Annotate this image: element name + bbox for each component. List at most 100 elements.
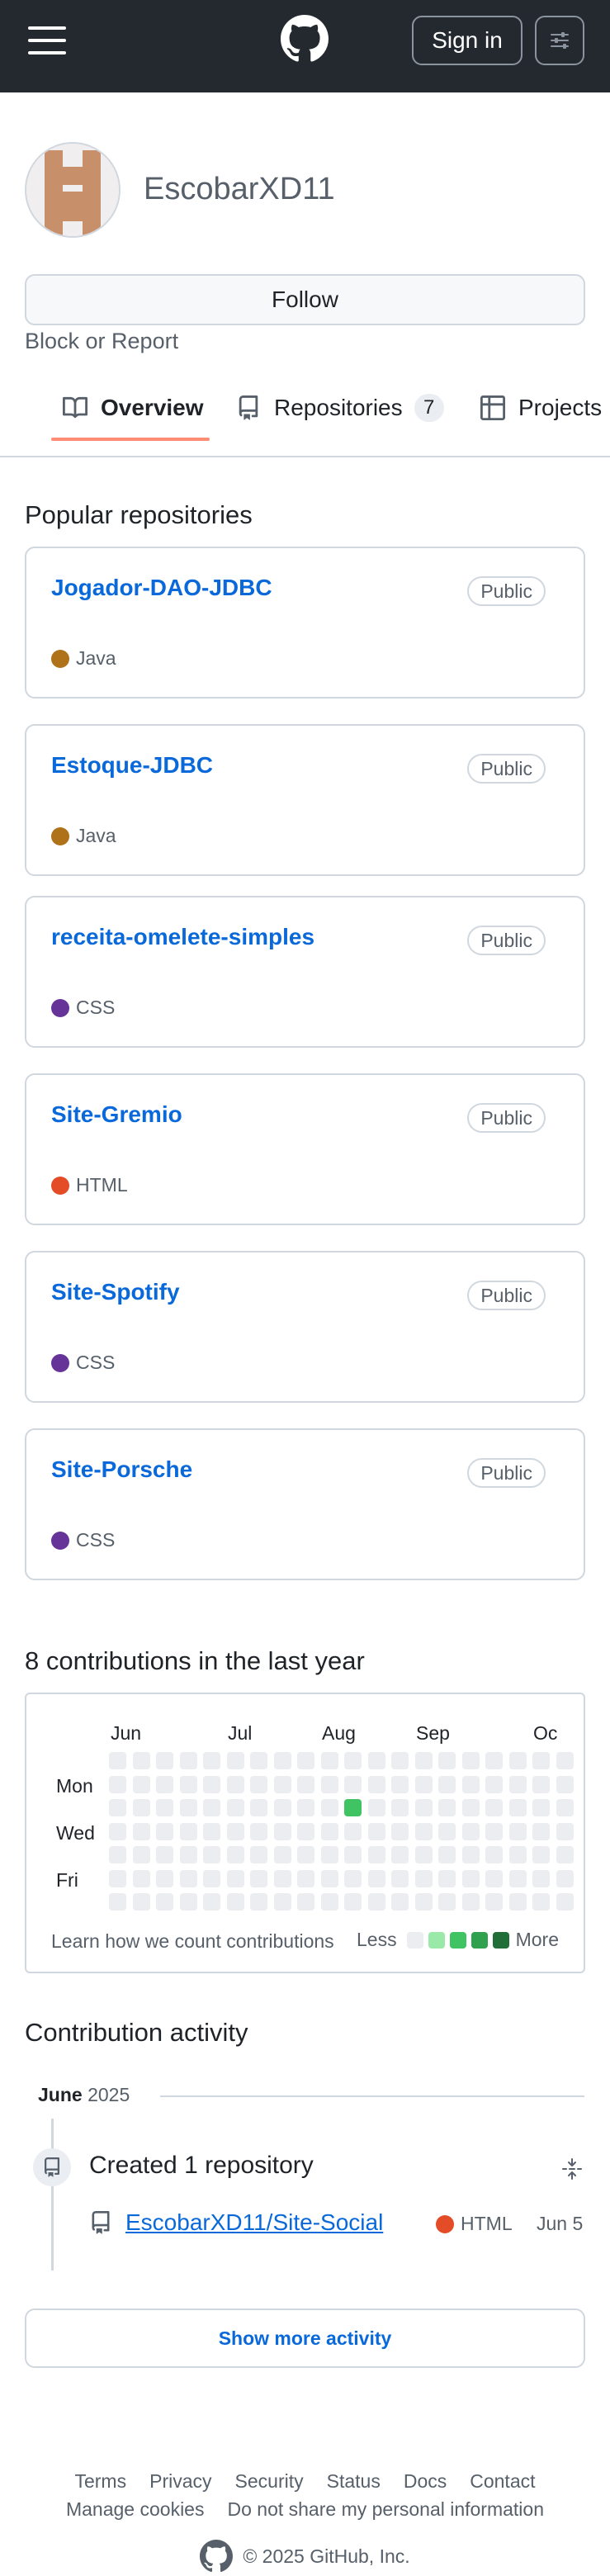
- contribution-day-cell[interactable]: [344, 1869, 362, 1887]
- contribution-day-cell[interactable]: [344, 1752, 362, 1769]
- contribution-day-cell[interactable]: [556, 1893, 574, 1911]
- contribution-day-cell[interactable]: [461, 1822, 480, 1840]
- contribution-day-cell[interactable]: [391, 1869, 409, 1887]
- contribution-day-cell[interactable]: [179, 1799, 197, 1816]
- contribution-day-cell[interactable]: [109, 1822, 126, 1840]
- contribution-day-cell[interactable]: [438, 1752, 456, 1769]
- contribution-day-cell[interactable]: [391, 1799, 409, 1816]
- contribution-day-cell[interactable]: [156, 1775, 173, 1793]
- fold-icon[interactable]: [560, 2157, 584, 2181]
- contribution-day-cell[interactable]: [179, 1893, 197, 1911]
- contribution-day-cell[interactable]: [273, 1869, 291, 1887]
- contribution-day-cell[interactable]: [109, 1869, 126, 1887]
- avatar[interactable]: [25, 142, 121, 238]
- contribution-day-cell[interactable]: [297, 1799, 314, 1816]
- contribution-day-cell[interactable]: [132, 1893, 150, 1911]
- contribution-day-cell[interactable]: [250, 1893, 267, 1911]
- footer-link-manage-cookies[interactable]: Manage cookies: [66, 2498, 205, 2521]
- repo-name-link[interactable]: Site-Porsche: [51, 1456, 192, 1483]
- footer-link-terms[interactable]: Terms: [74, 2470, 126, 2493]
- contribution-day-cell[interactable]: [485, 1869, 503, 1887]
- contribution-day-cell[interactable]: [414, 1752, 433, 1769]
- contribution-day-cell[interactable]: [414, 1893, 433, 1911]
- contribution-day-cell[interactable]: [438, 1893, 456, 1911]
- contribution-day-cell[interactable]: [156, 1893, 173, 1911]
- contribution-day-cell[interactable]: [273, 1775, 291, 1793]
- contribution-day-cell[interactable]: [508, 1775, 527, 1793]
- contribution-day-cell[interactable]: [273, 1752, 291, 1769]
- contribution-day-cell[interactable]: [203, 1846, 220, 1863]
- contribution-day-cell[interactable]: [109, 1775, 126, 1793]
- contribution-day-cell[interactable]: [297, 1869, 314, 1887]
- contribution-day-cell[interactable]: [532, 1822, 550, 1840]
- contribution-day-cell[interactable]: [156, 1752, 173, 1769]
- contribution-day-cell[interactable]: [508, 1822, 527, 1840]
- contribution-day-cell[interactable]: [179, 1752, 197, 1769]
- contribution-day-cell[interactable]: [250, 1775, 267, 1793]
- contribution-day-cell[interactable]: [556, 1869, 574, 1887]
- contribution-day-cell[interactable]: [438, 1775, 456, 1793]
- contribution-day-cell[interactable]: [297, 1822, 314, 1840]
- tab-projects[interactable]: Projects: [480, 391, 602, 424]
- contribution-day-cell[interactable]: [273, 1893, 291, 1911]
- contribution-day-cell[interactable]: [461, 1799, 480, 1816]
- contribution-day-cell[interactable]: [226, 1869, 244, 1887]
- contribution-day-cell[interactable]: [297, 1775, 314, 1793]
- footer-link-do-not-share[interactable]: Do not share my personal information: [227, 2498, 544, 2521]
- contribution-day-cell[interactable]: [508, 1869, 527, 1887]
- contribution-day-cell[interactable]: [391, 1822, 409, 1840]
- contribution-day-cell[interactable]: [203, 1822, 220, 1840]
- contribution-day-cell[interactable]: [367, 1752, 385, 1769]
- contribution-day-cell[interactable]: [179, 1869, 197, 1887]
- footer-link-privacy[interactable]: Privacy: [149, 2470, 211, 2493]
- repo-name-link[interactable]: Jogador-DAO-JDBC: [51, 575, 272, 601]
- contribution-day-cell[interactable]: [367, 1846, 385, 1863]
- contribution-day-cell[interactable]: [250, 1822, 267, 1840]
- contribution-day-cell[interactable]: [156, 1846, 173, 1863]
- created-repo-link[interactable]: EscobarXD11/Site-Social: [125, 2209, 383, 2236]
- contribution-day-cell[interactable]: [109, 1799, 126, 1816]
- contribution-day-cell[interactable]: [320, 1869, 338, 1887]
- activity-event-title[interactable]: Created 1 repository: [89, 2152, 314, 2180]
- contribution-day-cell[interactable]: [203, 1775, 220, 1793]
- contribution-day-cell[interactable]: [485, 1846, 503, 1863]
- contribution-day-cell[interactable]: [485, 1822, 503, 1840]
- contribution-day-cell[interactable]: [273, 1846, 291, 1863]
- repo-name-link[interactable]: Estoque-JDBC: [51, 752, 213, 779]
- contribution-day-cell[interactable]: [391, 1893, 409, 1911]
- contribution-day-cell[interactable]: [532, 1752, 550, 1769]
- contribution-day-cell[interactable]: [508, 1846, 527, 1863]
- contribution-day-cell[interactable]: [344, 1775, 362, 1793]
- contribution-day-cell[interactable]: [414, 1846, 433, 1863]
- contribution-day-cell[interactable]: [414, 1869, 433, 1887]
- contribution-day-cell[interactable]: [156, 1869, 173, 1887]
- contribution-day-cell[interactable]: [132, 1752, 150, 1769]
- repo-name-link[interactable]: Site-Gremio: [51, 1101, 182, 1128]
- contribution-day-cell[interactable]: [461, 1893, 480, 1911]
- show-more-activity-button[interactable]: Show more activity: [25, 2308, 585, 2368]
- contribution-day-cell[interactable]: [532, 1799, 550, 1816]
- contribution-day-cell[interactable]: [461, 1869, 480, 1887]
- contribution-day-cell[interactable]: [297, 1893, 314, 1911]
- contribution-day-cell[interactable]: [156, 1822, 173, 1840]
- contribution-day-cell[interactable]: [226, 1893, 244, 1911]
- contribution-day-cell[interactable]: [556, 1799, 574, 1816]
- contribution-day-cell[interactable]: [556, 1752, 574, 1769]
- contribution-day-cell[interactable]: [344, 1822, 362, 1840]
- contribution-day-cell[interactable]: [226, 1799, 244, 1816]
- contribution-day-cell[interactable]: [132, 1799, 150, 1816]
- contribution-day-cell[interactable]: [320, 1846, 338, 1863]
- contribution-day-cell[interactable]: [320, 1893, 338, 1911]
- contribution-day-cell[interactable]: [485, 1752, 503, 1769]
- footer-link-docs[interactable]: Docs: [404, 2470, 447, 2493]
- contribution-day-cell[interactable]: [461, 1846, 480, 1863]
- contribution-day-cell[interactable]: [226, 1822, 244, 1840]
- block-or-report-link[interactable]: Block or Report: [25, 329, 178, 354]
- contribution-day-cell[interactable]: [250, 1869, 267, 1887]
- contribution-day-cell[interactable]: [367, 1822, 385, 1840]
- github-logo-icon[interactable]: [281, 15, 329, 63]
- contribution-day-cell[interactable]: [438, 1799, 456, 1816]
- github-logo-icon[interactable]: [200, 2540, 234, 2573]
- contribution-day-cell[interactable]: [414, 1799, 433, 1816]
- contribution-day-cell[interactable]: [461, 1775, 480, 1793]
